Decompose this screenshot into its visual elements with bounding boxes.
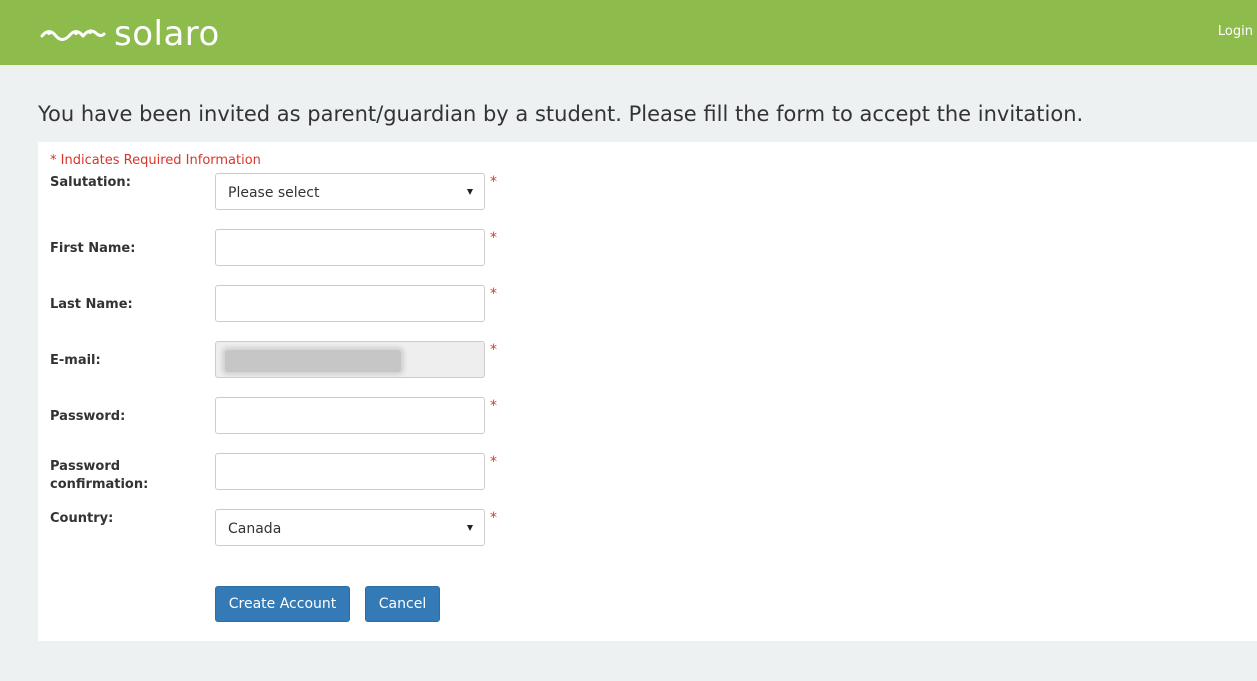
cancel-button[interactable]: Cancel [365,586,440,622]
salutation-label: Salutation: [50,175,131,190]
page-heading: You have been invited as parent/guardian… [38,102,1084,126]
required-marker: * [490,286,497,302]
country-label: Country: [50,511,114,526]
password-confirmation-label: Password confirmation: [50,459,149,492]
required-marker: * [490,174,497,190]
required-marker: * [490,398,497,414]
password-confirmation-input[interactable] [215,453,485,490]
required-marker: * [490,510,497,526]
email-field [215,341,485,378]
top-navigation-bar: solaro Login [0,0,1257,65]
required-marker: * [490,230,497,246]
create-account-button[interactable]: Create Account [215,586,350,622]
password-input[interactable] [215,397,485,434]
country-value: Canada [228,521,282,537]
login-link[interactable]: Login [1218,24,1253,39]
first-name-input[interactable] [215,229,485,266]
salutation-select[interactable]: Please select [215,173,485,210]
solaro-wave-logo-icon [40,29,106,41]
last-name-input[interactable] [215,285,485,322]
required-info-note: * Indicates Required Information [50,153,261,168]
last-name-label: Last Name: [50,297,133,312]
caret-down-icon [467,189,473,195]
invitation-form: * Indicates Required Information Salutat… [38,142,1257,641]
first-name-label: First Name: [50,241,136,256]
brand-logo[interactable]: solaro [40,14,220,54]
required-marker: * [490,342,497,358]
required-marker: * [490,454,497,470]
country-select[interactable]: Canada [215,509,485,546]
redacted-email [225,350,401,372]
brand-name: solaro [114,14,220,54]
salutation-value: Please select [228,185,320,201]
email-label: E-mail: [50,353,101,368]
caret-down-icon [467,525,473,531]
password-label: Password: [50,409,126,424]
